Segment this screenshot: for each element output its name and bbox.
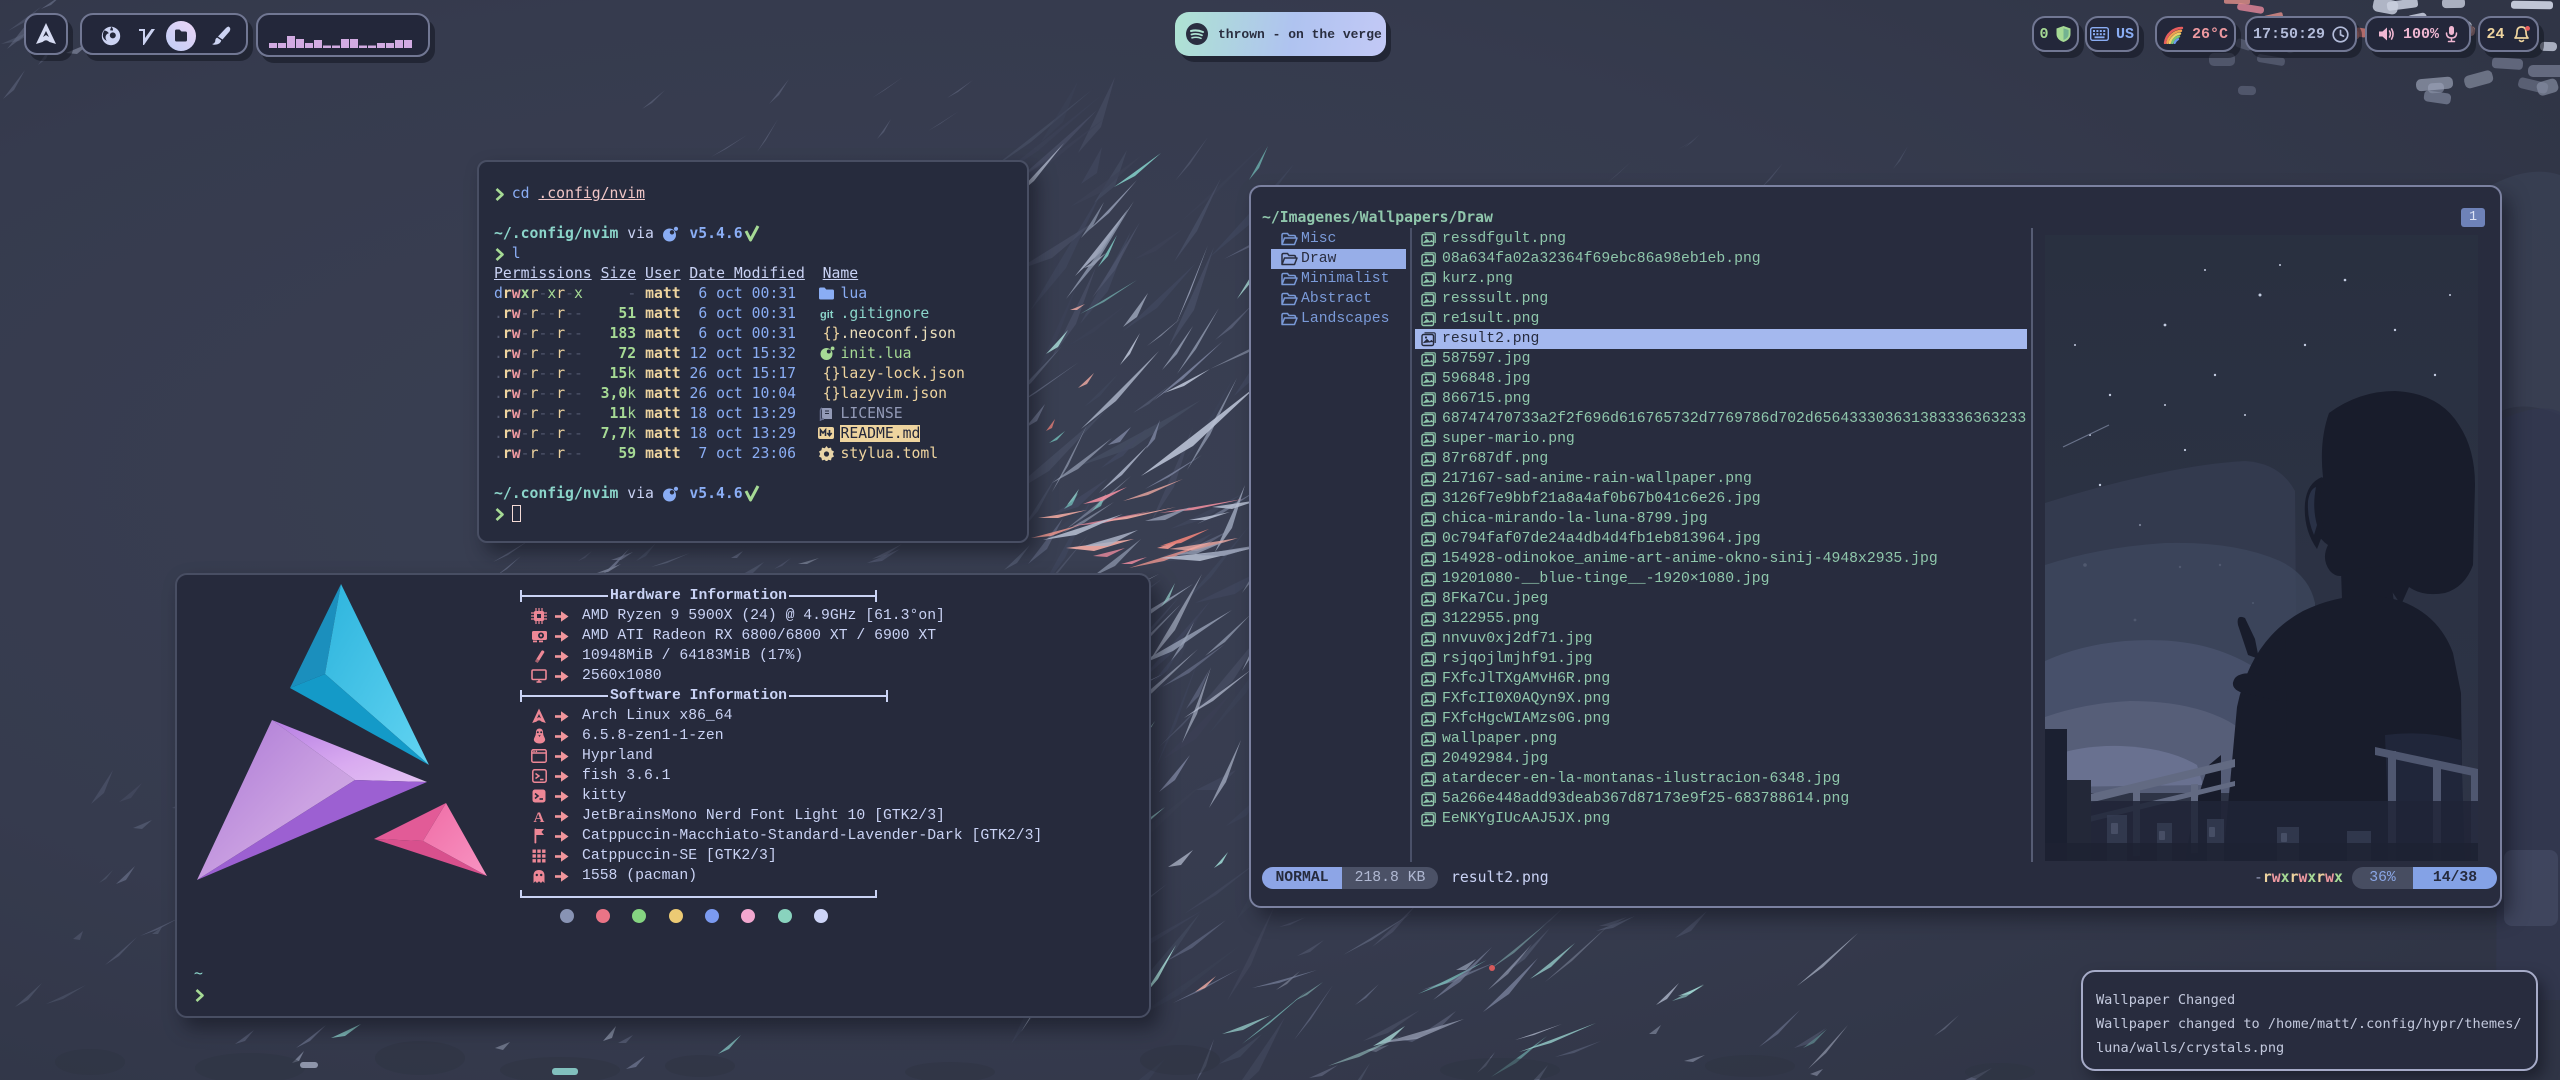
svg-text:git: git [820, 309, 834, 321]
svg-text:A: A [533, 810, 544, 824]
